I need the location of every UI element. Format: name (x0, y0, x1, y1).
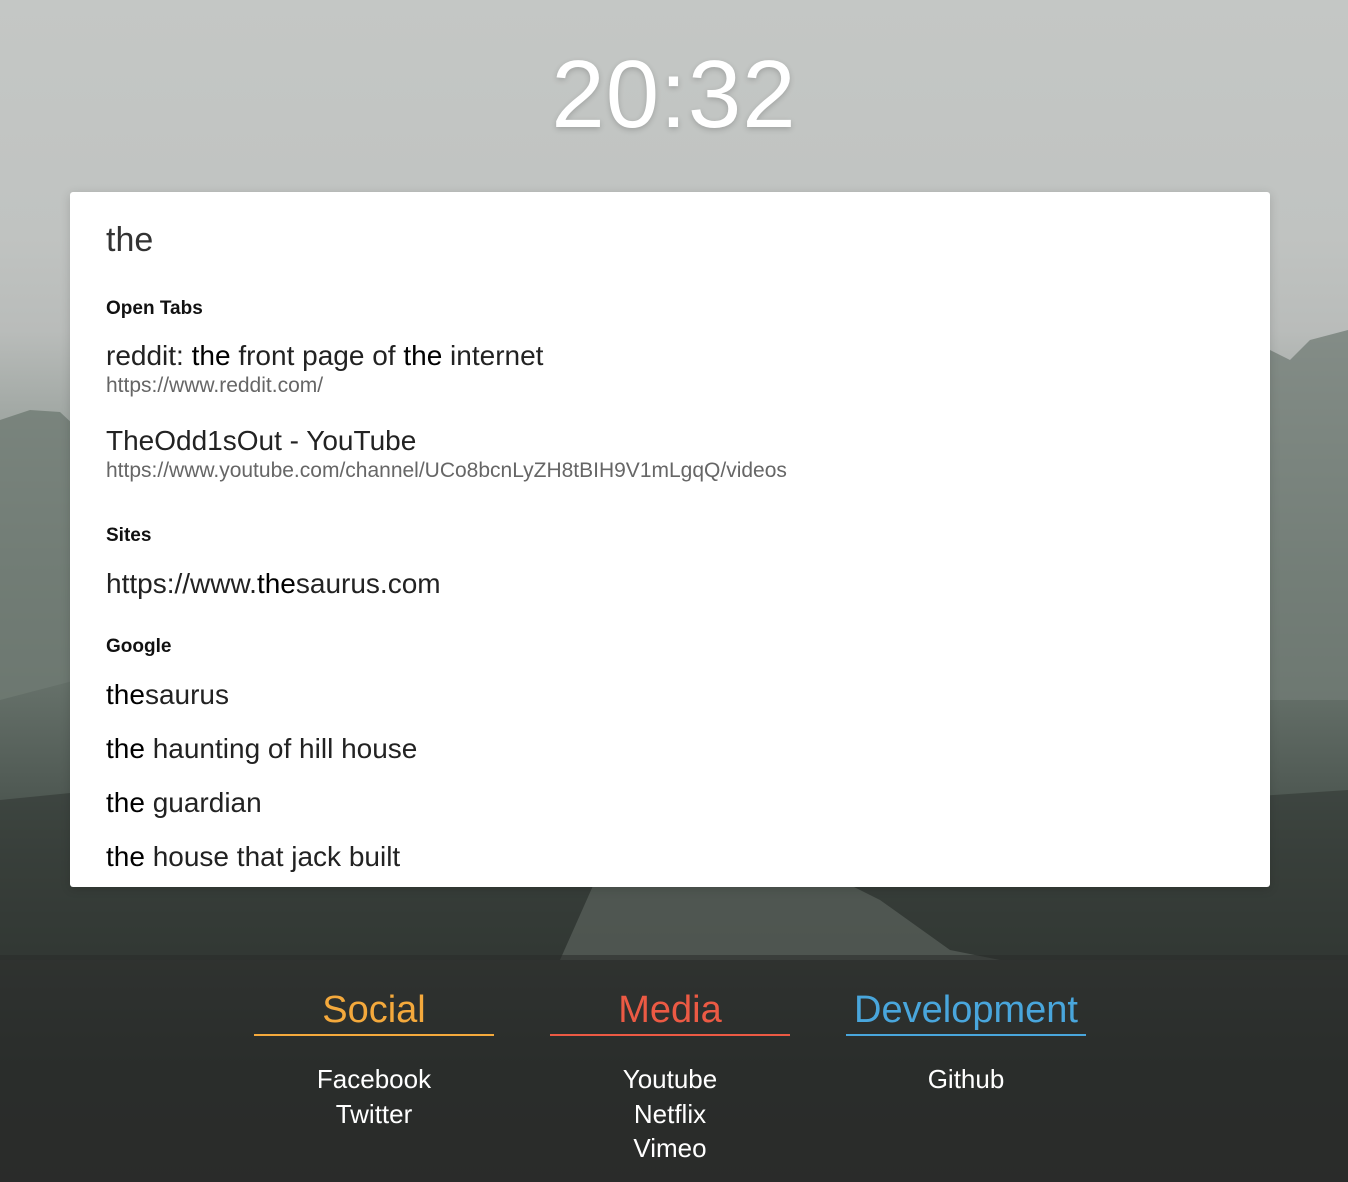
open-tab-result[interactable]: reddit: the front page of the internet h… (106, 340, 1226, 400)
google-suggestion[interactable]: the haunting of hill house (106, 733, 1226, 765)
open-tab-result[interactable]: TheOdd1sOut - YouTube https://www.youtub… (106, 425, 1226, 485)
google-suggestion[interactable]: the guardian (106, 787, 1226, 819)
link-group-media: Media Youtube Netflix Vimeo (550, 988, 790, 1166)
link-github[interactable]: Github (846, 1062, 1086, 1097)
link-vimeo[interactable]: Vimeo (550, 1131, 790, 1166)
google-suggestion[interactable]: the house that jack built (106, 841, 1226, 873)
result-title: https://www.thesaurus.com (106, 568, 441, 599)
link-facebook[interactable]: Facebook (254, 1062, 494, 1097)
result-title: thesaurus (106, 679, 229, 710)
link-group-title: Media (618, 989, 722, 1031)
section-heading-google: Google (106, 636, 172, 657)
clock: 20:32 (551, 41, 797, 148)
link-netflix[interactable]: Netflix (550, 1097, 790, 1132)
search-input[interactable] (106, 218, 1206, 262)
google-suggestion[interactable]: thesaurus (106, 679, 1226, 711)
result-title: the house that jack built (106, 841, 401, 872)
result-url: https://www.youtube.com/channel/UCo8bcnL… (106, 459, 787, 482)
search-panel: Open Tabs reddit: the front page of the … (70, 192, 1270, 887)
result-title: the guardian (106, 787, 262, 818)
link-twitter[interactable]: Twitter (254, 1097, 494, 1132)
result-title: the haunting of hill house (106, 733, 418, 764)
link-group-underline (550, 1034, 790, 1036)
link-youtube[interactable]: Youtube (550, 1062, 790, 1097)
result-url: https://www.reddit.com/ (106, 374, 324, 397)
link-group-underline (254, 1034, 494, 1036)
section-heading-sites: Sites (106, 525, 152, 546)
link-group-title: Development (854, 989, 1078, 1031)
site-result[interactable]: https://www.thesaurus.com (106, 568, 1226, 600)
section-heading-open-tabs: Open Tabs (106, 298, 203, 319)
link-group-development: Development Github (846, 988, 1086, 1097)
result-title: reddit: the front page of the internet (106, 340, 544, 371)
link-group-underline (846, 1034, 1086, 1036)
link-group-social: Social Facebook Twitter (254, 988, 494, 1131)
link-group-title: Social (322, 989, 426, 1031)
result-title: TheOdd1sOut - YouTube (106, 425, 417, 456)
